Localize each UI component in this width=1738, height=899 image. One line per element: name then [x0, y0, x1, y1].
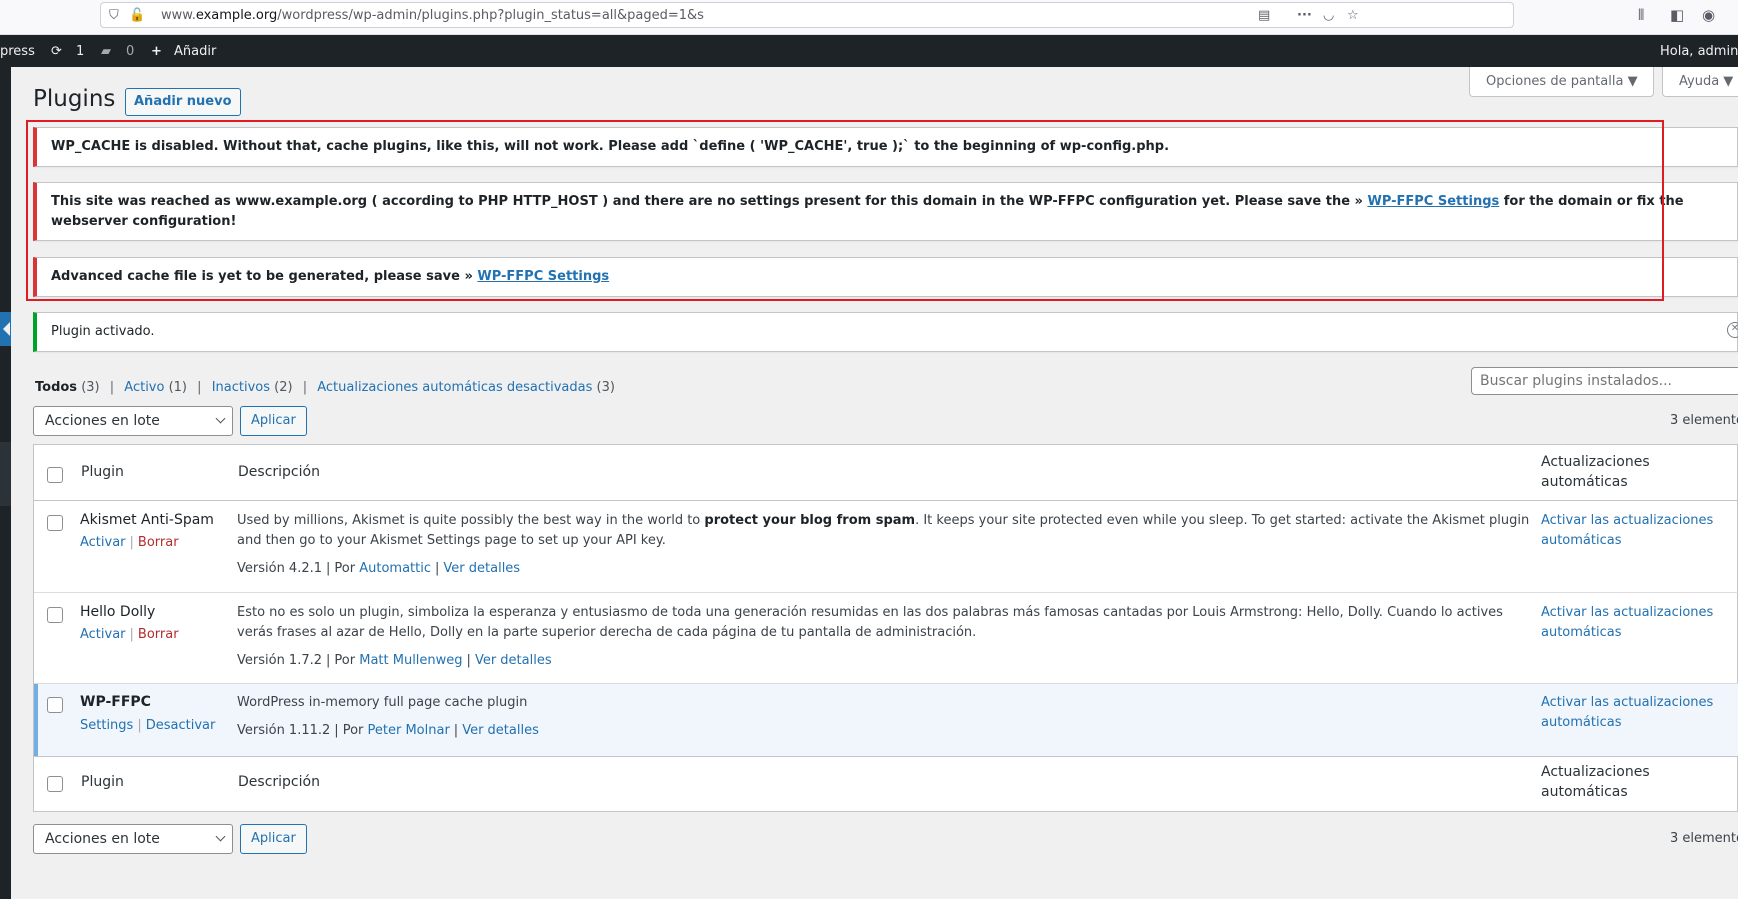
plugin-version-info: Versión 4.2.1 | Por Automattic | Ver detalle…: [237, 561, 521, 576]
row-checkbox[interactable]: [47, 515, 63, 531]
deactivate-link[interactable]: Desactivar: [146, 718, 216, 733]
table-row: Hello Dolly Activar | Borrar Esto no es so…: [34, 593, 1738, 684]
apply-button-bottom[interactable]: Aplicar: [240, 824, 307, 854]
sidebar-icon[interactable]: ◧: [1670, 6, 1684, 24]
insecure-lock-icon[interactable]: 🔓: [129, 8, 145, 23]
comments-count[interactable]: 0: [126, 44, 134, 59]
notice-advanced-cache: Advanced cache file is yet to be generat…: [33, 257, 1738, 297]
author-link[interactable]: Matt Mullenweg: [359, 653, 462, 668]
notice-wpcache-disabled: WP_CACHE is disabled. Without that, cach…: [33, 127, 1738, 167]
delete-link[interactable]: Borrar: [138, 535, 179, 550]
notice-domain-settings: This site was reached as www.example.org…: [33, 182, 1738, 241]
chevron-down-icon: [215, 413, 226, 424]
row-actions: Activar | Borrar: [80, 535, 179, 550]
screen-options-button[interactable]: Opciones de pantalla ▼: [1469, 67, 1654, 97]
filter-inactive[interactable]: Inactivos: [212, 380, 270, 395]
notice-plugin-activated: Plugin activado. ✕: [33, 312, 1738, 352]
plugin-description: WordPress in-memory full page cache plug…: [237, 695, 528, 710]
bulk-actions-select-bottom[interactable]: Acciones en lote: [33, 824, 233, 854]
table-header: Plugin Descripción Actualizaciones automá…: [34, 445, 1738, 501]
items-count-top: 3 elementos: [1670, 413, 1738, 428]
dismiss-notice-icon[interactable]: ✕: [1727, 322, 1738, 338]
view-details-link[interactable]: Ver detalles: [443, 561, 520, 576]
plugin-status-filters: Todos (3) | Activo (1) | Inactivos (2) |…: [35, 380, 615, 395]
author-link[interactable]: Peter Molnar: [368, 723, 450, 738]
plugin-name: WP-FFPC: [80, 694, 151, 710]
library-icon[interactable]: ⫴: [1638, 6, 1644, 24]
chevron-down-icon: [215, 831, 226, 842]
enable-auto-updates-link[interactable]: Activar las actualizaciones automáticas: [1541, 603, 1731, 643]
select-all-checkbox[interactable]: [47, 467, 63, 483]
table-footer: Plugin Descripción Actualizaciones automá…: [34, 756, 1738, 812]
plugin-name: Akismet Anti-Spam: [80, 512, 214, 528]
page-title: Plugins: [33, 86, 116, 112]
delete-link[interactable]: Borrar: [138, 627, 179, 642]
updates-count[interactable]: 1: [76, 44, 84, 59]
notice-text: This site was reached as www.example.org…: [51, 194, 1684, 229]
address-bar[interactable]: ⛉ 🔓 www.example.org/wordpress/wp-admin/p…: [100, 2, 1514, 28]
plus-icon[interactable]: +: [151, 44, 162, 59]
table-row: WP-FFPC Settings | Desactivar WordPress in…: [34, 684, 1738, 756]
url-text[interactable]: www.example.org/wordpress/wp-admin/plugi…: [161, 8, 704, 23]
items-count-bottom: 3 elementos: [1670, 831, 1738, 846]
site-name-link[interactable]: press: [0, 44, 35, 59]
plugin-description: Used by millions, Akismet is quite possi…: [237, 513, 1530, 548]
column-auto-updates: Actualizaciones automáticas: [1541, 454, 1650, 490]
plugin-description: Esto no es solo un plugin, simboliza la …: [237, 605, 1503, 640]
add-new-menu[interactable]: Añadir: [174, 44, 216, 59]
bulk-actions-select-top[interactable]: Acciones en lote: [33, 406, 233, 436]
help-button[interactable]: Ayuda ▼: [1662, 67, 1738, 97]
table-row: Akismet Anti-Spam Activar | Borrar Used by…: [34, 501, 1738, 593]
column-description: Descripción: [238, 774, 320, 790]
activate-link[interactable]: Activar: [80, 535, 126, 550]
row-actions: Activar | Borrar: [80, 627, 179, 642]
account-greeting[interactable]: Hola, admin: [1660, 44, 1738, 59]
wpffpc-settings-link[interactable]: WP-FFPC Settings: [1367, 194, 1499, 209]
filter-all[interactable]: Todos: [35, 380, 77, 395]
more-icon[interactable]: ···: [1297, 8, 1312, 23]
add-new-plugin-button[interactable]: Añadir nuevo: [125, 88, 241, 116]
wpffpc-settings-link[interactable]: WP-FFPC Settings: [477, 269, 609, 284]
apply-button-top[interactable]: Aplicar: [240, 406, 307, 436]
enable-auto-updates-link[interactable]: Activar las actualizaciones automáticas: [1541, 511, 1731, 551]
row-actions: Settings | Desactivar: [80, 718, 216, 733]
admin-sidebar-edge: [0, 67, 11, 899]
plugin-version-info: Versión 1.7.2 | Por Matt Mullenweg | Ver det…: [237, 653, 552, 668]
updates-icon[interactable]: ⟳: [51, 44, 62, 59]
reader-icon[interactable]: ▤: [1258, 8, 1270, 23]
plugins-table: Plugin Descripción Actualizaciones automá…: [33, 444, 1738, 812]
column-auto-updates: Actualizaciones automáticas: [1541, 764, 1650, 800]
column-plugin[interactable]: Plugin: [81, 772, 124, 792]
settings-link[interactable]: Settings: [80, 718, 133, 733]
search-plugins-input[interactable]: [1471, 367, 1738, 395]
pocket-icon[interactable]: ◡: [1323, 8, 1334, 23]
row-checkbox[interactable]: [47, 697, 63, 713]
comments-icon[interactable]: ▰: [101, 44, 111, 59]
shield-icon[interactable]: ⛉: [109, 8, 119, 23]
enable-auto-updates-link[interactable]: Activar las actualizaciones automáticas: [1541, 693, 1731, 733]
view-details-link[interactable]: Ver detalles: [462, 723, 539, 738]
filter-autoupdates-disabled[interactable]: Actualizaciones automáticas desactivadas: [317, 380, 592, 395]
notice-text: Advanced cache file is yet to be generat…: [51, 269, 610, 284]
notice-text: Plugin activado.: [51, 324, 155, 339]
plugin-version-info: Versión 1.11.2 | Por Peter Molnar | Ver deta…: [237, 723, 539, 738]
current-menu-arrow-icon: [0, 312, 11, 346]
menu-hover-highlight: [0, 442, 11, 506]
account-icon[interactable]: ◉: [1702, 6, 1715, 24]
activate-link[interactable]: Activar: [80, 627, 126, 642]
select-all-checkbox[interactable]: [47, 776, 63, 792]
view-details-link[interactable]: Ver detalles: [475, 653, 552, 668]
wp-admin-bar: press ⟳ 1 ▰ 0 + Añadir Hola, admin: [0, 35, 1738, 67]
plugin-name: Hello Dolly: [80, 604, 156, 620]
column-description: Descripción: [238, 464, 320, 480]
filter-active[interactable]: Activo: [124, 380, 164, 395]
row-checkbox[interactable]: [47, 607, 63, 623]
bookmark-star-icon[interactable]: ☆: [1347, 8, 1359, 23]
column-plugin[interactable]: Plugin: [81, 462, 124, 482]
author-link[interactable]: Automattic: [359, 561, 431, 576]
notice-text: WP_CACHE is disabled. Without that, cach…: [51, 139, 1170, 154]
browser-toolbar: ⛉ 🔓 www.example.org/wordpress/wp-admin/p…: [0, 0, 1738, 35]
